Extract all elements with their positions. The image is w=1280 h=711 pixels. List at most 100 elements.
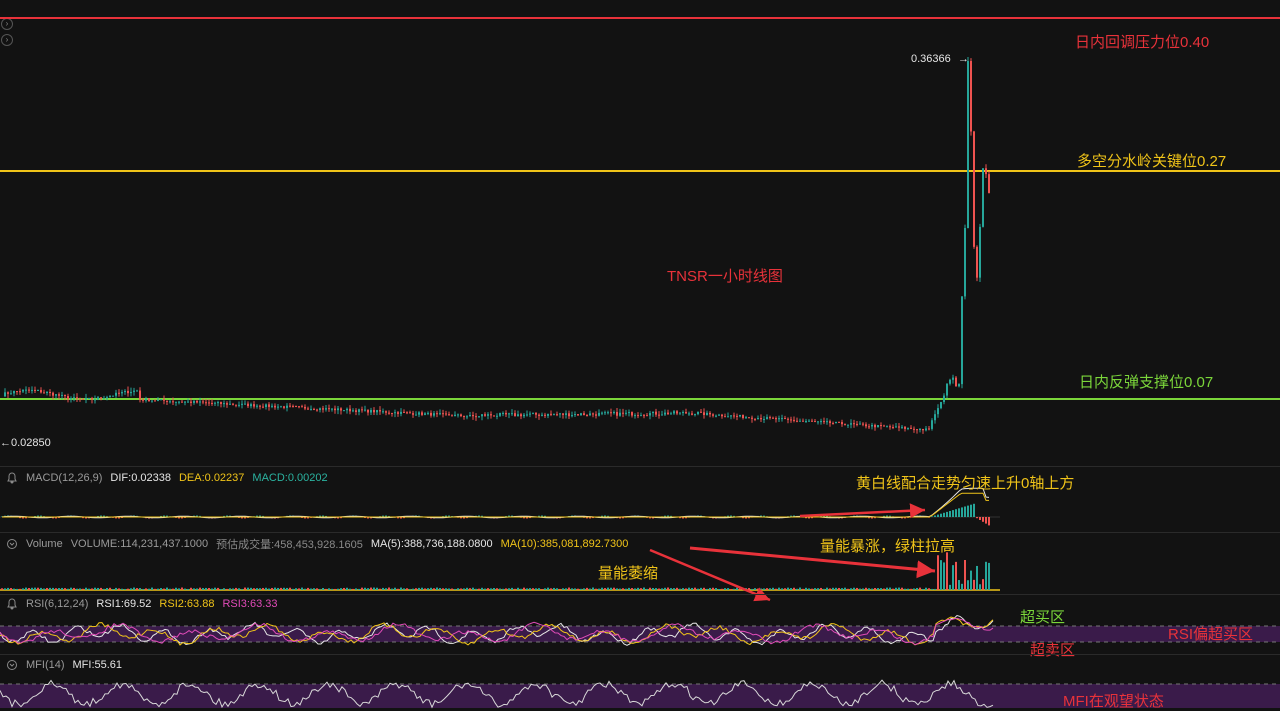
candle-body bbox=[499, 413, 501, 416]
volume-bar bbox=[184, 588, 186, 590]
candle-body bbox=[331, 408, 333, 410]
candle-body bbox=[595, 414, 597, 416]
volume-bar bbox=[391, 588, 393, 590]
volume-bar bbox=[520, 588, 522, 590]
macd-annotation-arrow bbox=[799, 503, 926, 519]
volume-bar bbox=[625, 588, 627, 590]
volume-bar bbox=[583, 588, 585, 590]
volume-bar bbox=[724, 588, 726, 590]
candle-body bbox=[628, 412, 630, 414]
volume-bar bbox=[634, 588, 636, 590]
candle-body bbox=[880, 425, 882, 427]
candle-body bbox=[811, 420, 813, 422]
mfi-value: MFI:55.61 bbox=[72, 659, 123, 671]
volume-bar bbox=[76, 588, 78, 590]
candle-body bbox=[943, 395, 945, 403]
volume-bar bbox=[946, 552, 948, 590]
candle-body bbox=[913, 428, 915, 430]
volume-bar bbox=[424, 588, 426, 590]
volume-bar bbox=[406, 588, 408, 590]
candle-body bbox=[184, 401, 186, 403]
volume-bar bbox=[19, 588, 21, 590]
volume-bar bbox=[925, 587, 927, 590]
candle-body bbox=[232, 403, 234, 405]
volume-bar bbox=[802, 588, 804, 590]
volume-bar bbox=[901, 587, 903, 590]
macd-histogram-bar bbox=[931, 516, 933, 517]
candle-body bbox=[145, 398, 147, 401]
candle-body bbox=[325, 408, 327, 410]
candle-body bbox=[739, 415, 741, 417]
volume-bar bbox=[403, 588, 405, 590]
candle-body bbox=[424, 413, 426, 415]
candle-body bbox=[34, 389, 36, 391]
volume-bar bbox=[466, 587, 468, 590]
volume-bar bbox=[781, 588, 783, 590]
volume-bar bbox=[151, 587, 153, 590]
candle-body bbox=[949, 379, 951, 384]
volume-bar bbox=[589, 588, 591, 590]
candle-body bbox=[514, 413, 516, 417]
alert-bell-icon[interactable] bbox=[6, 659, 18, 671]
volume-bar bbox=[694, 587, 696, 590]
candle-body bbox=[703, 412, 705, 416]
candle-body bbox=[442, 413, 444, 415]
candle-body bbox=[361, 409, 363, 411]
volume-bar bbox=[421, 587, 423, 590]
volume-bar bbox=[934, 588, 936, 590]
candle-body bbox=[835, 421, 837, 424]
volume-bar bbox=[256, 588, 258, 590]
volume-bar bbox=[7, 587, 9, 590]
volume-bar bbox=[481, 587, 483, 590]
volume-bar bbox=[265, 587, 267, 590]
volume-bar bbox=[172, 588, 174, 590]
volume-ma5: MA(5):388,736,188.0800 bbox=[370, 538, 493, 550]
alert-bell-icon[interactable] bbox=[6, 538, 18, 550]
trading-chart: › › TNSR一小时线图 日内回调压力位0.40 多空分水岭关键位0.27 日… bbox=[0, 0, 1280, 711]
volume-bar bbox=[64, 588, 66, 590]
volume-bar bbox=[10, 588, 12, 590]
volume-bar bbox=[568, 587, 570, 590]
candle-body bbox=[745, 417, 747, 419]
volume-bar bbox=[460, 588, 462, 590]
candle-body bbox=[796, 420, 798, 422]
volume-bar bbox=[427, 588, 429, 590]
candle-body bbox=[421, 412, 423, 415]
alert-bell-icon[interactable] bbox=[6, 472, 18, 484]
volume-bar bbox=[445, 588, 447, 590]
candle-body bbox=[883, 425, 885, 427]
volume-bar bbox=[595, 588, 597, 590]
volume-bar bbox=[787, 587, 789, 590]
candle-body bbox=[571, 415, 573, 417]
candle-body bbox=[937, 408, 939, 415]
candle-body bbox=[85, 398, 87, 400]
candle-body bbox=[460, 414, 462, 417]
candle-body bbox=[688, 413, 690, 415]
candle-body bbox=[4, 392, 6, 397]
volume-bar bbox=[73, 587, 75, 590]
volume-bar bbox=[622, 588, 624, 590]
candle-body bbox=[61, 394, 63, 396]
candle-body bbox=[190, 401, 192, 403]
panel-divider bbox=[0, 466, 1280, 467]
candle-body bbox=[916, 429, 918, 431]
volume-bar bbox=[136, 588, 138, 590]
volume-bar bbox=[655, 588, 657, 590]
volume-bar bbox=[97, 587, 99, 590]
candle-body bbox=[844, 424, 846, 426]
volume-bar bbox=[139, 588, 141, 590]
volume-bar bbox=[346, 587, 348, 590]
volume-bar bbox=[838, 587, 840, 590]
alert-bell-icon[interactable] bbox=[6, 598, 18, 610]
candle-body bbox=[808, 420, 810, 422]
candle-body bbox=[874, 424, 876, 428]
volume-bar bbox=[493, 587, 495, 590]
candle-body bbox=[55, 394, 57, 396]
candle-body bbox=[214, 402, 216, 404]
volume-bar bbox=[715, 587, 717, 590]
volume-bar bbox=[976, 565, 978, 590]
volume-bar bbox=[205, 587, 207, 590]
volume-estimate: 预估成交量:458,453,928.1605 bbox=[216, 539, 363, 551]
volume-bar bbox=[178, 588, 180, 590]
volume-bar bbox=[514, 588, 516, 590]
